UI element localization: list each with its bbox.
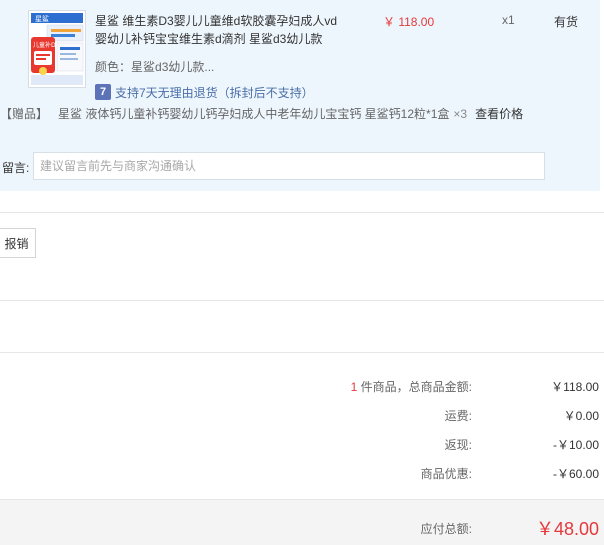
gift-quantity: ×3 xyxy=(453,107,468,121)
product-title-link[interactable]: 星鲨 维生素D3婴儿儿童维d软胶囊孕妇成人vd婴幼儿补钙宝宝维生素d滴剂 星鲨d… xyxy=(95,12,340,48)
goods-total-value: ￥118.00 xyxy=(551,380,599,394)
gift-name: 星鲨 液体钙儿童补钙婴幼儿钙孕妇成人中老年幼儿宝宝钙 星鲨钙12粒*1盒 xyxy=(58,107,450,121)
discount-label: 商品优惠: xyxy=(420,467,472,481)
cashback-value: -￥10.00 xyxy=(552,438,599,452)
gift-view-price-link[interactable]: 查看价格 xyxy=(475,107,523,121)
invoice-button[interactable]: 报销 xyxy=(0,228,36,258)
product-quantity: x1 xyxy=(502,13,515,27)
order-item-panel: 星鲨 儿童补D 星鲨 维生素D3婴儿儿童维d软胶囊孕妇成人vd婴幼儿补钙宝宝维生… xyxy=(0,0,600,191)
color-value: 星鲨d3幼儿款... xyxy=(131,60,215,74)
return-policy-text: 支持7天无理由退货（拆封后不支持） xyxy=(115,85,314,100)
thumb-brand-text: 星鲨 xyxy=(35,15,49,23)
stock-status: 有货 xyxy=(554,15,579,29)
color-label: 颜色： xyxy=(95,60,132,74)
product-price: ￥ 118.00 xyxy=(383,15,435,29)
gift-row: 【赠品】 星鲨 液体钙儿童补钙婴幼儿钙孕妇成人中老年幼儿宝宝钙 星鲨钙12粒*1盒… xyxy=(0,105,523,122)
seven-day-return-icon: 7 xyxy=(95,84,111,100)
section-divider xyxy=(0,352,604,353)
shipping-label: 运费: xyxy=(444,409,472,423)
goods-total-label: 1 件商品，总商品金额: xyxy=(351,378,472,395)
return-policy: 7 支持7天无理由退货（拆封后不支持） xyxy=(95,84,314,100)
payable-total-bar: 应付总额: ￥48.00 xyxy=(0,499,604,545)
product-image: 星鲨 儿童补D xyxy=(29,11,85,87)
payable-value: ￥48.00 xyxy=(535,519,599,539)
item-count-suffix: 件商品，总商品金额: xyxy=(357,380,472,394)
product-thumbnail[interactable]: 星鲨 儿童补D xyxy=(28,10,86,88)
product-color: 颜色：星鲨d3幼儿款... xyxy=(95,58,214,75)
cashback-label: 返现: xyxy=(444,438,472,452)
message-input[interactable] xyxy=(33,152,545,180)
shipping-value: ￥0.00 xyxy=(563,409,599,423)
section-divider xyxy=(0,300,604,301)
gift-tag: 【赠品】 xyxy=(0,107,49,121)
section-divider xyxy=(0,212,604,213)
thumb-label-text: 儿童补D xyxy=(33,41,56,49)
message-label: 留言: xyxy=(2,161,30,175)
payable-label: 应付总额: xyxy=(420,522,472,536)
discount-value: -￥60.00 xyxy=(552,467,599,481)
